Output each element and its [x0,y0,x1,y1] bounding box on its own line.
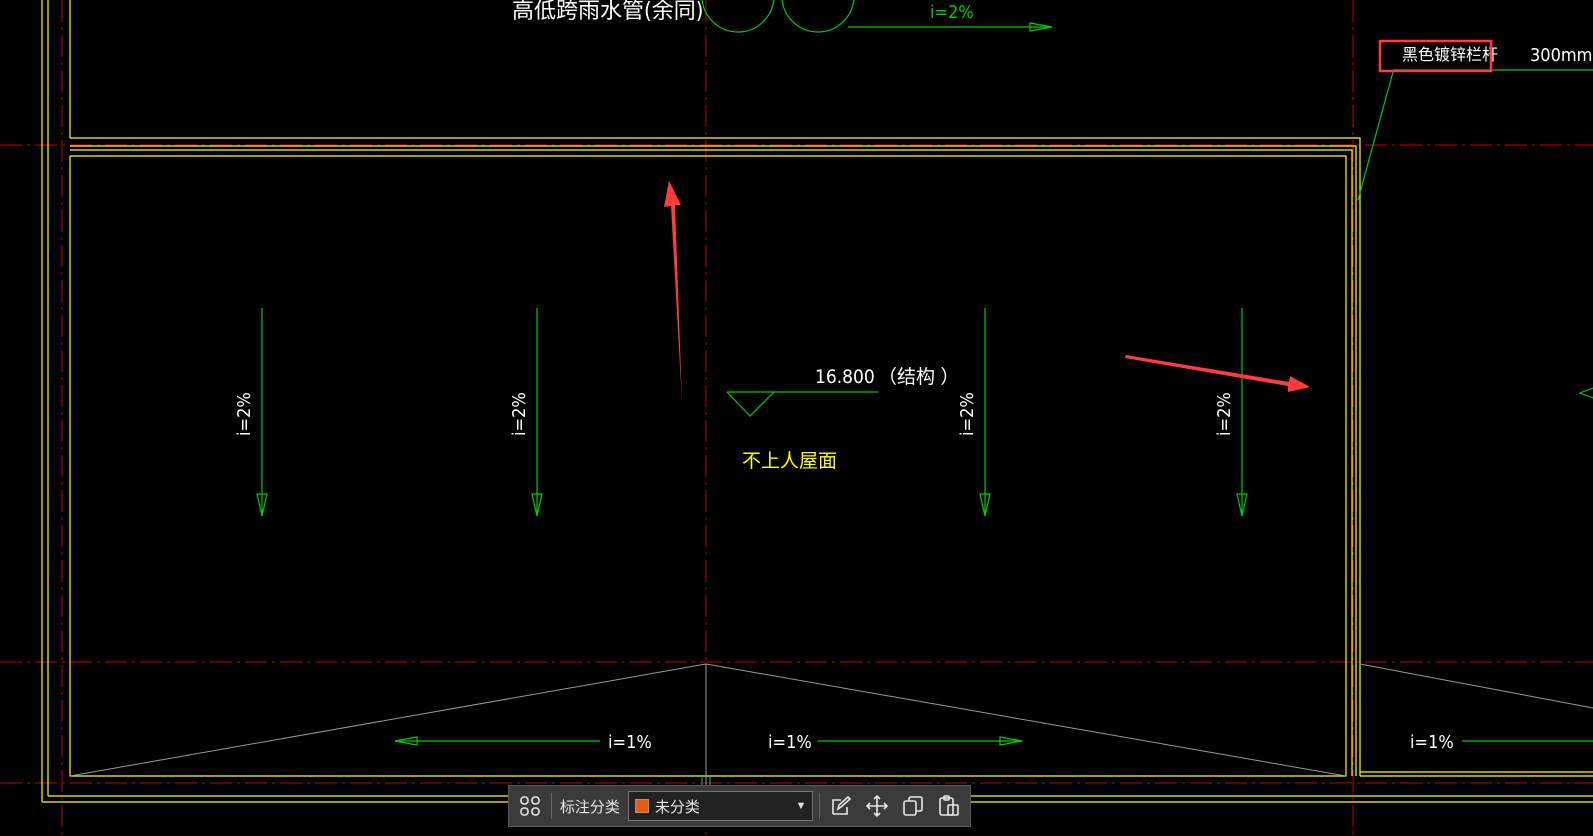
wall-outline [41,0,1593,803]
vertical-slope-arrows [256,308,1248,517]
grid-icon [520,796,540,816]
cad-drawing-canvas[interactable]: 高低跨雨水管(余同) i=2% 黑色镀锌栏杆 300mm高 16.800 （结构… [0,0,1593,836]
top-slope-label: i=2% [930,2,974,23]
elevation-value-text: 16.800 [815,366,875,388]
slope-label-h2: i=1% [768,732,812,753]
red-annotation-arrow-up [664,181,682,402]
annotation-toolbar: 标注分类 未分类 ▼ [508,785,971,827]
category-color-swatch [634,799,649,813]
axis-bubble-e3 [781,0,855,33]
callout-leader-line [1357,71,1394,201]
toolbar-separator [819,793,821,819]
roof-type-label: 不上人屋面 [742,450,837,472]
move-button[interactable] [862,791,892,821]
copy-button[interactable] [898,791,928,821]
move-icon [866,794,889,818]
paste-button[interactable] [934,791,964,821]
edit-icon [832,795,852,815]
red-annotation-arrow-right [1125,355,1310,392]
copy-icon [903,796,923,816]
category-select-value: 未分类 [654,798,700,816]
roof-ridge-lines [69,663,1593,790]
top-slope-arrow [848,22,1053,32]
slope-label-v4: i=2% [1214,392,1235,436]
slope-label-h3: i=1% [1410,732,1454,753]
downpipe-note-text: 高低跨雨水管(余同) [512,0,703,24]
paste-icon [939,795,959,816]
slope-label-v1: i=2% [234,392,255,436]
elevation-note-text: （结构 ） [878,366,959,388]
chevron-down-icon: ▼ [795,800,807,812]
slope-label-v2: i=2% [509,392,530,436]
toolbar-separator [550,793,552,819]
edit-button[interactable] [826,791,856,821]
railing-callout-text: 黑色镀锌栏杆 [1402,45,1498,64]
axis-bubble-e2 [701,0,775,33]
category-label: 标注分类 [559,798,620,816]
railing-height-text: 300mm高 [1530,45,1593,66]
elevation-marker [726,391,878,417]
slope-label-v3: i=2% [957,392,978,436]
category-select[interactable]: 未分类 ▼ [627,791,814,821]
edge-arrow-partial [1578,387,1593,399]
slope-label-h1: i=1% [608,732,652,753]
grid-icon-button[interactable] [515,791,545,821]
